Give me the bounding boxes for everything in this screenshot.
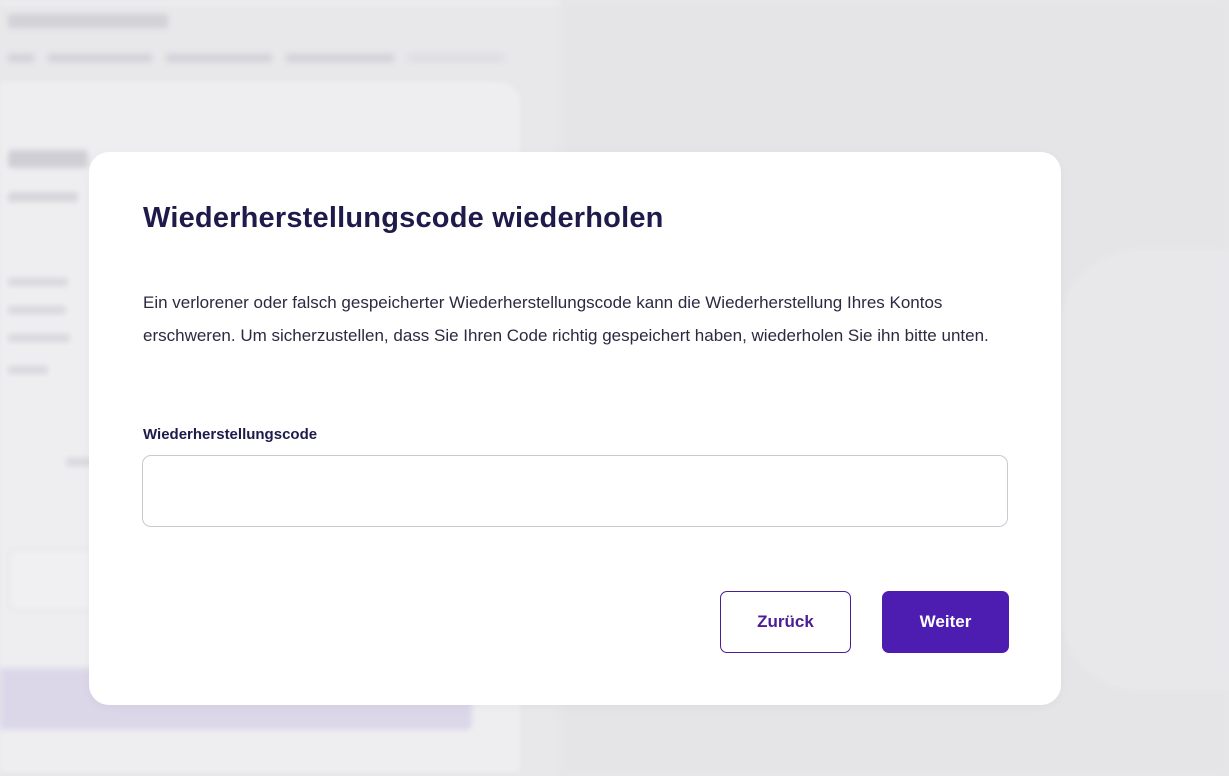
recovery-code-label: Wiederherstellungscode (143, 426, 318, 443)
recovery-code-dialog: Wiederherstellungscode wiederholen Ein v… (89, 152, 1061, 705)
dialog-description: Ein verlorener oder falsch gespeicherter… (143, 293, 989, 345)
back-button[interactable]: Zurück (720, 591, 851, 653)
page: Wiederherstellungscode wiederholen Ein v… (0, 0, 1229, 776)
dialog-title: Wiederherstellungscode wiederholen (143, 202, 664, 234)
recovery-code-input[interactable] (142, 455, 1008, 527)
next-button[interactable]: Weiter (882, 591, 1009, 653)
